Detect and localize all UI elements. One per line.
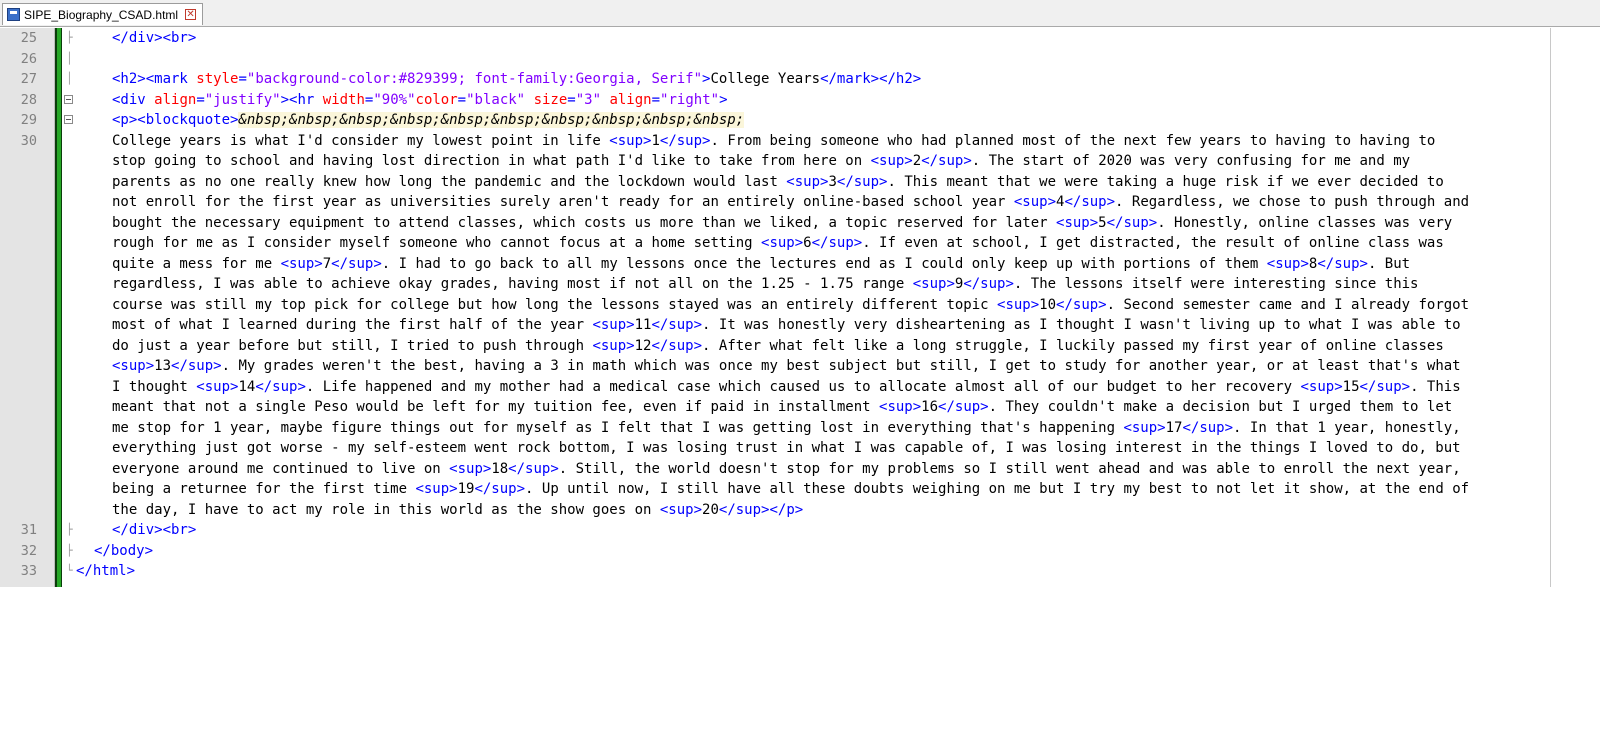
wrapped-row: I thought <sup>14</sup>. Life happened a…	[112, 378, 1461, 395]
wrapped-row: everyone around me continued to live on …	[112, 460, 1461, 477]
editor[interactable]: 25 ├ </div><br> 26 │ 27 │ <h2><mark styl…	[0, 28, 1551, 587]
line-number: 27	[20, 71, 37, 87]
wrapped-row: the day, I have to act my role in this w…	[112, 501, 804, 518]
fold-line-icon: ├	[66, 31, 73, 44]
code-text[interactable]: <p><blockquote>&nbsp;&nbsp;&nbsp;&nbsp;&…	[112, 110, 745, 131]
code-text[interactable]: <div align="justify"><hr width="90%"colo…	[112, 90, 728, 111]
line-number: 28	[20, 91, 37, 108]
code-text[interactable]: </html>	[76, 561, 135, 582]
wrapped-row: everything just got worse - my self-este…	[112, 440, 1461, 456]
tab-label: SIPE_Biography_CSAD.html	[24, 7, 179, 22]
line-number: 26	[20, 50, 37, 67]
fold-toggle-icon[interactable]	[64, 115, 73, 124]
code-text[interactable]: </body>	[94, 541, 153, 562]
line-number: 33	[20, 563, 37, 579]
wrapped-row: parents as no one really knew how long t…	[112, 173, 1444, 190]
code-line-30: 30 College years is what I'd consider my…	[0, 131, 1550, 521]
wrapped-row: meant that not a single Peso would be le…	[112, 399, 1453, 415]
code-line-26: 26 │	[0, 49, 1550, 70]
line-number: 31	[20, 522, 37, 538]
fold-line-icon: └	[66, 564, 73, 577]
wrapped-row: course was still my top pick for college…	[112, 296, 1470, 313]
fold-line-icon: ├	[66, 523, 73, 536]
code-text[interactable]: <h2><mark style="background-color:#82939…	[112, 69, 921, 90]
wrapped-row: <sup>13</sup>. My grades weren't the bes…	[112, 358, 1461, 374]
wrapped-row: do just a year before but still, I tried…	[112, 337, 1444, 354]
tab-bar: SIPE_Biography_CSAD.html ✕	[0, 0, 1600, 27]
line-number: 30	[20, 132, 37, 149]
file-icon	[7, 8, 20, 21]
wrapped-row: not enroll for the first year as univers…	[112, 194, 1470, 210]
code-line-25: 25 ├ </div><br>	[0, 28, 1550, 49]
code-text[interactable]: </div><br>	[112, 520, 196, 541]
line-number: 25	[20, 30, 37, 46]
line-number: 29	[20, 112, 37, 128]
wrapped-row: rough for me as I consider myself someon…	[112, 235, 1444, 251]
line-number: 32	[20, 542, 37, 559]
fold-line-icon: │	[66, 72, 73, 85]
tab-file[interactable]: SIPE_Biography_CSAD.html ✕	[2, 3, 204, 25]
code-line-31: 31 ├ </div><br>	[0, 520, 1550, 541]
wrapped-row: me stop for 1 year, maybe figure things …	[112, 419, 1461, 436]
wrapped-row: College years is what I'd consider my lo…	[112, 132, 1436, 149]
code-line-27: 27 │ <h2><mark style="background-color:#…	[0, 69, 1550, 90]
wrapped-row: quite a mess for me <sup>7</sup>. I had …	[112, 255, 1411, 272]
wrapped-row: being a returnee for the first time <sup…	[112, 481, 1470, 497]
fold-toggle-icon[interactable]	[64, 94, 73, 104]
code-text[interactable]: </div><br>	[112, 28, 196, 49]
fold-line-icon: ├	[66, 543, 73, 557]
code-line-33: 33 └ </html>	[0, 561, 1550, 582]
code-line-28: 28 <div align="justify"><hr width="90%"c…	[0, 90, 1550, 111]
code-line-29: 29 <p><blockquote>&nbsp;&nbsp;&nbsp;&nbs…	[0, 110, 1550, 131]
paragraph-text[interactable]: College years is what I'd consider my lo…	[112, 131, 1469, 521]
fold-line-icon: │	[66, 51, 73, 65]
wrapped-row: most of what I learned during the first …	[112, 317, 1461, 333]
code-line-32: 32 ├ </body>	[0, 541, 1550, 562]
close-icon[interactable]: ✕	[185, 9, 197, 20]
wrapped-row: regardless, I was able to achieve okay g…	[112, 276, 1419, 292]
wrapped-row: bought the necessary equipment to attend…	[112, 214, 1453, 231]
wrapped-row: stop going to school and having lost dir…	[112, 153, 1411, 169]
